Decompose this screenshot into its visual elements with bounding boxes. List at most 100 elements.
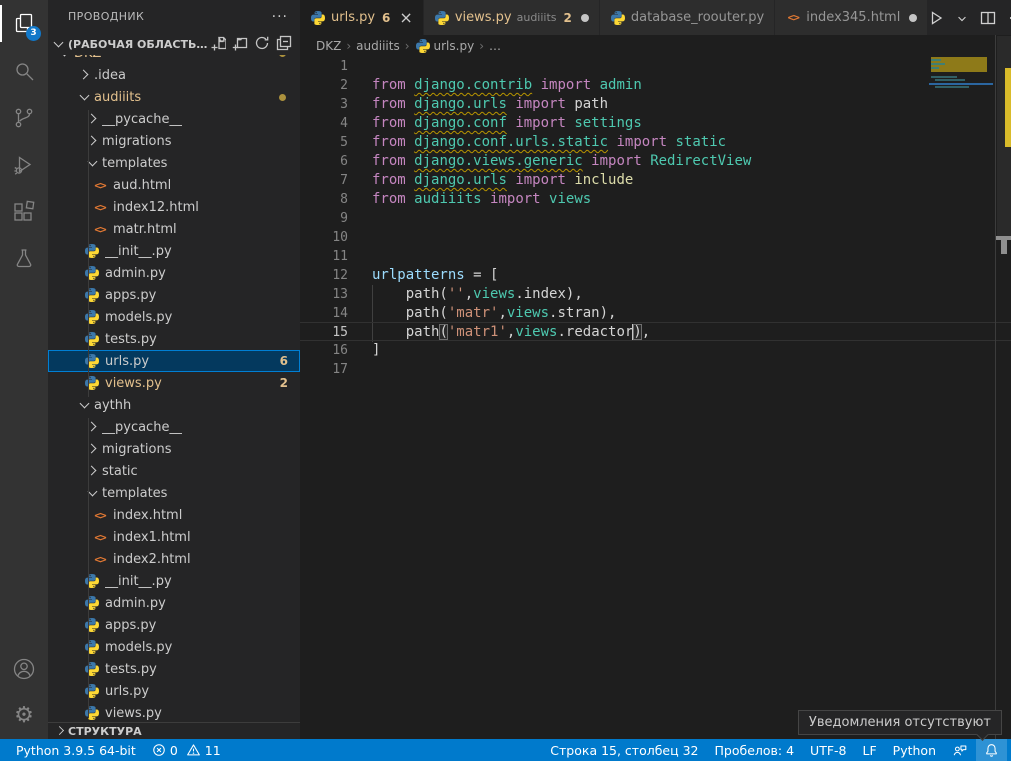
tree-folder-templates[interactable]: templates xyxy=(48,482,300,504)
testing-icon[interactable] xyxy=(0,235,48,282)
workspace-section-header[interactable]: (РАБОЧАЯ ОБЛАСТЬ) ... xyxy=(48,33,300,55)
collapse-all-icon[interactable] xyxy=(276,35,292,54)
code-editor[interactable]: 12from django.contrib import admin3from … xyxy=(300,57,1011,739)
code-line-15[interactable]: 15 path('matr1',views.redactor), xyxy=(300,322,1011,341)
tab-views.py[interactable]: views.pyaudiiits2 xyxy=(424,0,600,35)
split-editor-icon[interactable] xyxy=(980,10,996,26)
run-icon[interactable] xyxy=(928,10,944,26)
tree-file-urls.py[interactable]: urls.py xyxy=(48,680,300,702)
feedback-button[interactable] xyxy=(944,739,976,761)
tab-label: views.py xyxy=(455,10,512,25)
tree-folder-dkz[interactable]: DKZ xyxy=(48,55,300,64)
tree-file-apps.py[interactable]: apps.py xyxy=(48,284,300,306)
code-line-11[interactable]: 11 xyxy=(300,247,1011,266)
code-line-13[interactable]: 13 path('',views.index), xyxy=(300,285,1011,304)
tree-file-urls.py[interactable]: urls.py6 xyxy=(48,350,300,372)
breadcrumb: DKZ›audiiits›urls.py›… xyxy=(300,35,1011,57)
accounts-icon[interactable] xyxy=(0,645,48,692)
source-control-icon[interactable] xyxy=(0,94,48,141)
code-line-16[interactable]: 16] xyxy=(300,341,1011,360)
code-line-4[interactable]: 4from django.conf import settings xyxy=(300,114,1011,133)
tree-file-views.py[interactable]: views.py2 xyxy=(48,372,300,394)
tree-file-__init__.py[interactable]: __init__.py xyxy=(48,570,300,592)
tree-folder-aythh[interactable]: aythh xyxy=(48,394,300,416)
notifications-bell-button[interactable] xyxy=(976,739,1007,761)
folder-name: migrations xyxy=(102,134,172,149)
code-line-12[interactable]: 12urlpatterns = [ xyxy=(300,266,1011,285)
tree-folder-migrations[interactable]: migrations xyxy=(48,130,300,152)
tree-file-index2.html[interactable]: <>index2.html xyxy=(48,548,300,570)
tree-folder-static[interactable]: static xyxy=(48,460,300,482)
extensions-icon[interactable] xyxy=(0,188,48,235)
new-file-icon[interactable] xyxy=(210,35,226,54)
refresh-icon[interactable] xyxy=(254,35,270,54)
minimap[interactable] xyxy=(929,57,995,739)
error-icon xyxy=(152,743,166,757)
tree-file-matr.html[interactable]: <>matr.html xyxy=(48,218,300,240)
new-folder-icon[interactable] xyxy=(232,35,248,54)
code-line-17[interactable]: 17 xyxy=(300,360,1011,379)
problems-status[interactable]: 0 11 xyxy=(144,739,229,761)
tree-file-tests.py[interactable]: tests.py xyxy=(48,328,300,350)
warning-icon xyxy=(186,743,201,757)
tree-folder-__pycache__[interactable]: __pycache__ xyxy=(48,416,300,438)
tree-file-models.py[interactable]: models.py xyxy=(48,306,300,328)
explorer-icon[interactable]: 3 xyxy=(0,0,48,47)
code-line-5[interactable]: 5from django.conf.urls.static import sta… xyxy=(300,133,1011,152)
tree-file-tests.py[interactable]: tests.py xyxy=(48,658,300,680)
language-mode-status[interactable]: Python xyxy=(885,739,944,761)
encoding-status[interactable]: UTF-8 xyxy=(802,739,854,761)
tree-file-aud.html[interactable]: <>aud.html xyxy=(48,174,300,196)
tree-folder-templates[interactable]: templates xyxy=(48,152,300,174)
code-line-10[interactable]: 10 xyxy=(300,228,1011,247)
file-name: index.html xyxy=(113,508,182,523)
tab-urls.py[interactable]: urls.py6× xyxy=(300,0,424,35)
breadcrumb-item[interactable]: … xyxy=(489,39,501,53)
python-interpreter-status[interactable]: Python 3.9.5 64-bit xyxy=(8,739,144,761)
tree-file-admin.py[interactable]: admin.py xyxy=(48,262,300,284)
tree-file-admin.py[interactable]: admin.py xyxy=(48,592,300,614)
run-and-debug-icon[interactable] xyxy=(0,141,48,188)
tree-folder-__pycache__[interactable]: __pycache__ xyxy=(48,108,300,130)
overview-ruler[interactable] xyxy=(995,35,1011,739)
tree-file-models.py[interactable]: models.py xyxy=(48,636,300,658)
tree-file-index12.html[interactable]: <>index12.html xyxy=(48,196,300,218)
tree-file-apps.py[interactable]: apps.py xyxy=(48,614,300,636)
tree-folder-audiiits[interactable]: audiiits xyxy=(48,86,300,108)
code-line-6[interactable]: 6from django.views.generic import Redire… xyxy=(300,152,1011,171)
modified-dot[interactable] xyxy=(909,14,917,22)
tree-file-index1.html[interactable]: <>index1.html xyxy=(48,526,300,548)
python-file-icon xyxy=(84,661,100,677)
tab-database_roouter.py[interactable]: database_roouter.py xyxy=(600,0,775,35)
modified-dot[interactable] xyxy=(581,14,589,22)
search-icon[interactable] xyxy=(0,47,48,94)
outline-section-header[interactable]: СТРУКТУРА xyxy=(48,722,300,739)
code-line-3[interactable]: 3from django.urls import path xyxy=(300,95,1011,114)
code-line-9[interactable]: 9 xyxy=(300,209,1011,228)
tree-file-index.html[interactable]: <>index.html xyxy=(48,504,300,526)
tree-file-views.py[interactable]: views.py xyxy=(48,702,300,722)
outline-section-label: СТРУКТУРА xyxy=(68,725,142,738)
breadcrumb-item[interactable]: urls.py xyxy=(415,38,475,54)
code-line-2[interactable]: 2from django.contrib import admin xyxy=(300,76,1011,95)
code-line-8[interactable]: 8from audiiits import views xyxy=(300,190,1011,209)
tree-folder-migrations[interactable]: migrations xyxy=(48,438,300,460)
indentation-status[interactable]: Пробелов: 4 xyxy=(707,739,803,761)
tree-folder-.idea[interactable]: .idea xyxy=(48,64,300,86)
close-icon[interactable]: × xyxy=(399,10,412,26)
cursor-position-status[interactable]: Строка 15, столбец 32 xyxy=(542,739,706,761)
code-text xyxy=(348,360,372,379)
breadcrumb-item[interactable]: audiiits xyxy=(356,39,400,53)
breadcrumb-item[interactable]: DKZ xyxy=(316,39,341,53)
tree-file-__init__.py[interactable]: __init__.py xyxy=(48,240,300,262)
code-line-7[interactable]: 7from django.urls import include xyxy=(300,171,1011,190)
code-line-14[interactable]: 14 path('matr',views.stran), xyxy=(300,304,1011,323)
code-line-1[interactable]: 1 xyxy=(300,57,1011,76)
code-text xyxy=(348,57,372,76)
modified-dot-badge xyxy=(279,94,286,101)
sidebar-more-actions-button[interactable]: ··· xyxy=(272,9,288,25)
settings-icon[interactable]: ⚙ xyxy=(0,692,48,739)
run-dropdown-icon[interactable] xyxy=(956,12,968,24)
tab-index345.html[interactable]: <>index345.html xyxy=(775,0,928,35)
eol-status[interactable]: LF xyxy=(855,739,885,761)
